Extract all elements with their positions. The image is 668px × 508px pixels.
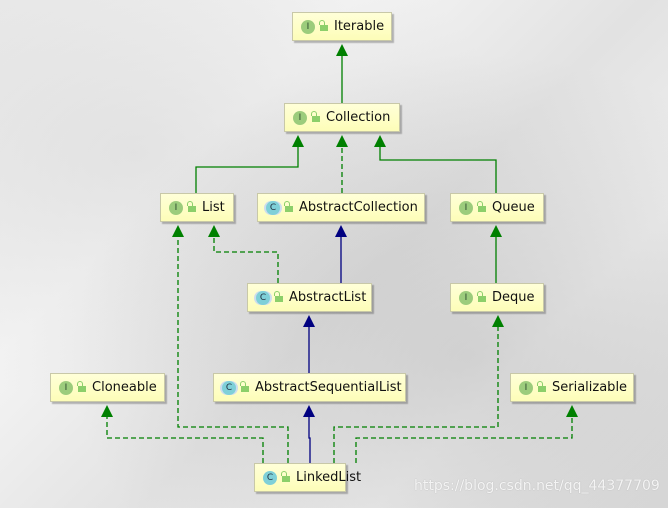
node-abstract-sequential-list[interactable]: C AbstractSequentialList [213, 373, 406, 402]
interface-icon: I [293, 110, 307, 125]
node-collection[interactable]: I Collection [284, 103, 400, 132]
interface-icon: I [59, 380, 73, 395]
arrowhead [303, 315, 315, 327]
node-deque[interactable]: I Deque [450, 283, 544, 312]
node-label: Serializable [552, 380, 628, 395]
edge-linkedlist-abstractsequentiallist [308, 416, 311, 463]
arrowhead [336, 135, 348, 147]
node-iterable[interactable]: I Iterable [292, 12, 392, 41]
arrowhead [292, 135, 304, 147]
lock-icon [281, 471, 290, 482]
node-label: Deque [492, 290, 535, 305]
edge-abstractlist-list [213, 236, 279, 283]
arrowhead [336, 44, 348, 56]
interface-icon: I [459, 290, 473, 305]
node-label: Cloneable [92, 380, 157, 395]
node-label: AbstractSequentialList [255, 380, 402, 395]
node-linked-list[interactable]: C LinkedList [254, 463, 361, 492]
node-serializable[interactable]: I Serializable [510, 373, 634, 402]
lock-icon [284, 201, 293, 212]
node-list[interactable]: I List [160, 193, 234, 222]
lock-icon [319, 20, 328, 31]
node-label: List [202, 200, 225, 215]
watermark: https://blog.csdn.net/qq_44377709 [414, 478, 660, 494]
lock-icon [274, 291, 283, 302]
arrowhead [303, 405, 315, 417]
interface-icon: I [519, 380, 533, 395]
arrowhead [101, 405, 113, 417]
abstract-class-icon: C [222, 380, 236, 395]
edge-queue-collection [379, 146, 497, 193]
node-cloneable[interactable]: I Cloneable [50, 373, 165, 402]
node-label: AbstractCollection [299, 200, 418, 215]
node-label: Queue [492, 200, 535, 215]
arrowhead [208, 225, 220, 237]
arrowhead [172, 225, 184, 237]
interface-icon: I [301, 19, 315, 34]
node-label: Iterable [334, 19, 385, 34]
lock-icon [311, 111, 320, 122]
arrowhead [566, 405, 578, 417]
abstract-class-icon: C [256, 290, 270, 305]
lock-icon [240, 381, 249, 392]
arrowhead [374, 135, 386, 147]
arrowhead [492, 315, 504, 327]
node-label: Collection [326, 110, 391, 125]
edge-linkedlist-list [177, 236, 289, 463]
abstract-class-icon: C [266, 200, 280, 215]
node-label: LinkedList [296, 470, 362, 485]
edge-linkedlist-cloneable [106, 416, 264, 463]
interface-icon: I [459, 200, 473, 215]
node-queue[interactable]: I Queue [450, 193, 544, 222]
class-icon: C [263, 470, 277, 485]
lock-icon [477, 201, 486, 212]
lock-icon [477, 291, 486, 302]
edge-linkedlist-serializable [355, 416, 573, 463]
lock-icon [77, 381, 86, 392]
arrowhead [490, 225, 502, 237]
lock-icon [537, 381, 546, 392]
lock-icon [187, 201, 196, 212]
node-abstract-list[interactable]: C AbstractList [247, 283, 372, 312]
arrowhead [335, 225, 347, 237]
node-label: AbstractList [289, 290, 367, 305]
node-abstract-collection[interactable]: C AbstractCollection [257, 193, 425, 222]
interface-icon: I [169, 200, 183, 215]
edges-layer [101, 44, 578, 463]
edge-list-collection [195, 146, 299, 193]
